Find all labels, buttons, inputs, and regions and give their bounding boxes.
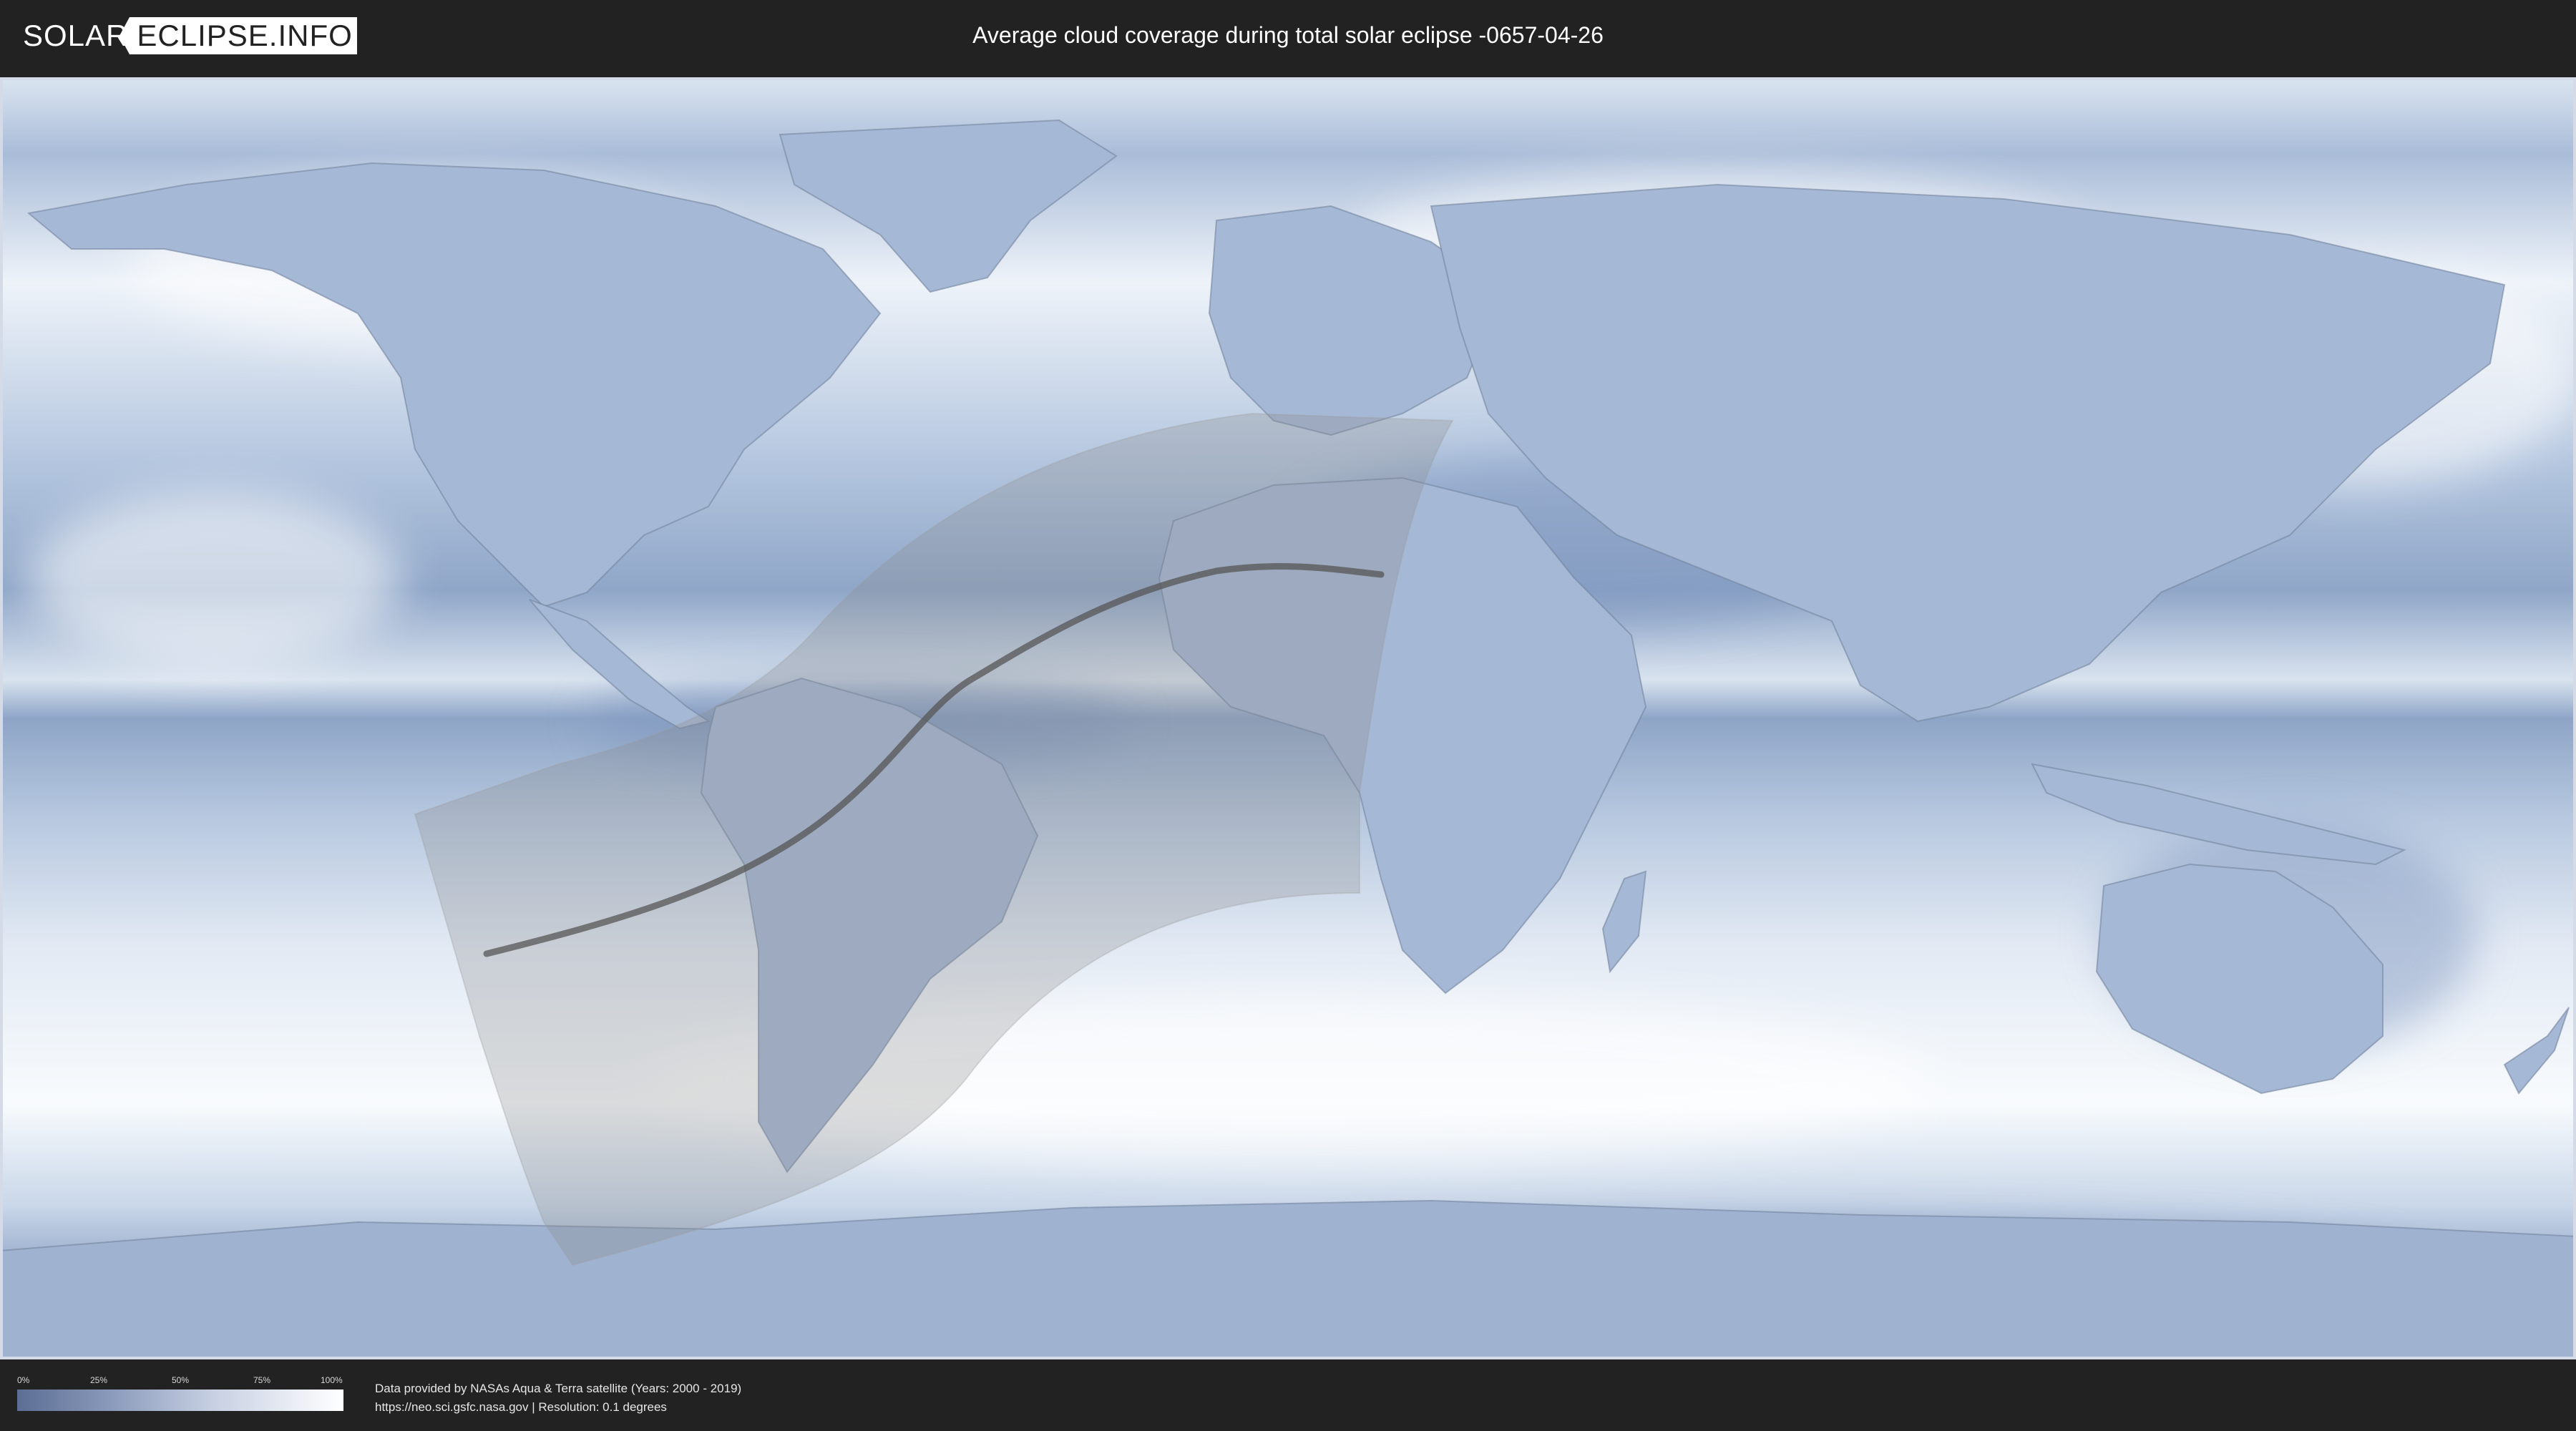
legend-labels: 0% 25% 50% 75% 100% (17, 1375, 343, 1388)
footer-bar: 0% 25% 50% 75% 100% Data provided by NAS… (0, 1359, 2576, 1431)
legend-label-100: 100% (321, 1375, 343, 1385)
cloud-coverage-map (0, 77, 2576, 1359)
world-map-svg (0, 77, 2576, 1359)
legend-label-75: 75% (253, 1375, 271, 1385)
legend-label-0: 0% (17, 1375, 30, 1385)
data-credits: Data provided by NASAs Aqua & Terra sate… (375, 1379, 741, 1417)
legend-label-50: 50% (172, 1375, 190, 1385)
legend-label-25: 25% (90, 1375, 108, 1385)
credit-line-source: Data provided by NASAs Aqua & Terra sate… (375, 1382, 742, 1395)
cloud-coverage-legend: 0% 25% 50% 75% 100% (17, 1375, 343, 1411)
credit-line-url[interactable]: https://neo.sci.gsfc.nasa.gov | Resoluti… (375, 1398, 741, 1417)
antarctica (0, 1199, 2576, 1359)
page-title: Average cloud coverage during total sola… (972, 22, 1604, 48)
header-bar: SOLAR ECLIPSE.INFO Average cloud coverag… (0, 0, 2576, 72)
legend-color-bar (17, 1390, 343, 1411)
